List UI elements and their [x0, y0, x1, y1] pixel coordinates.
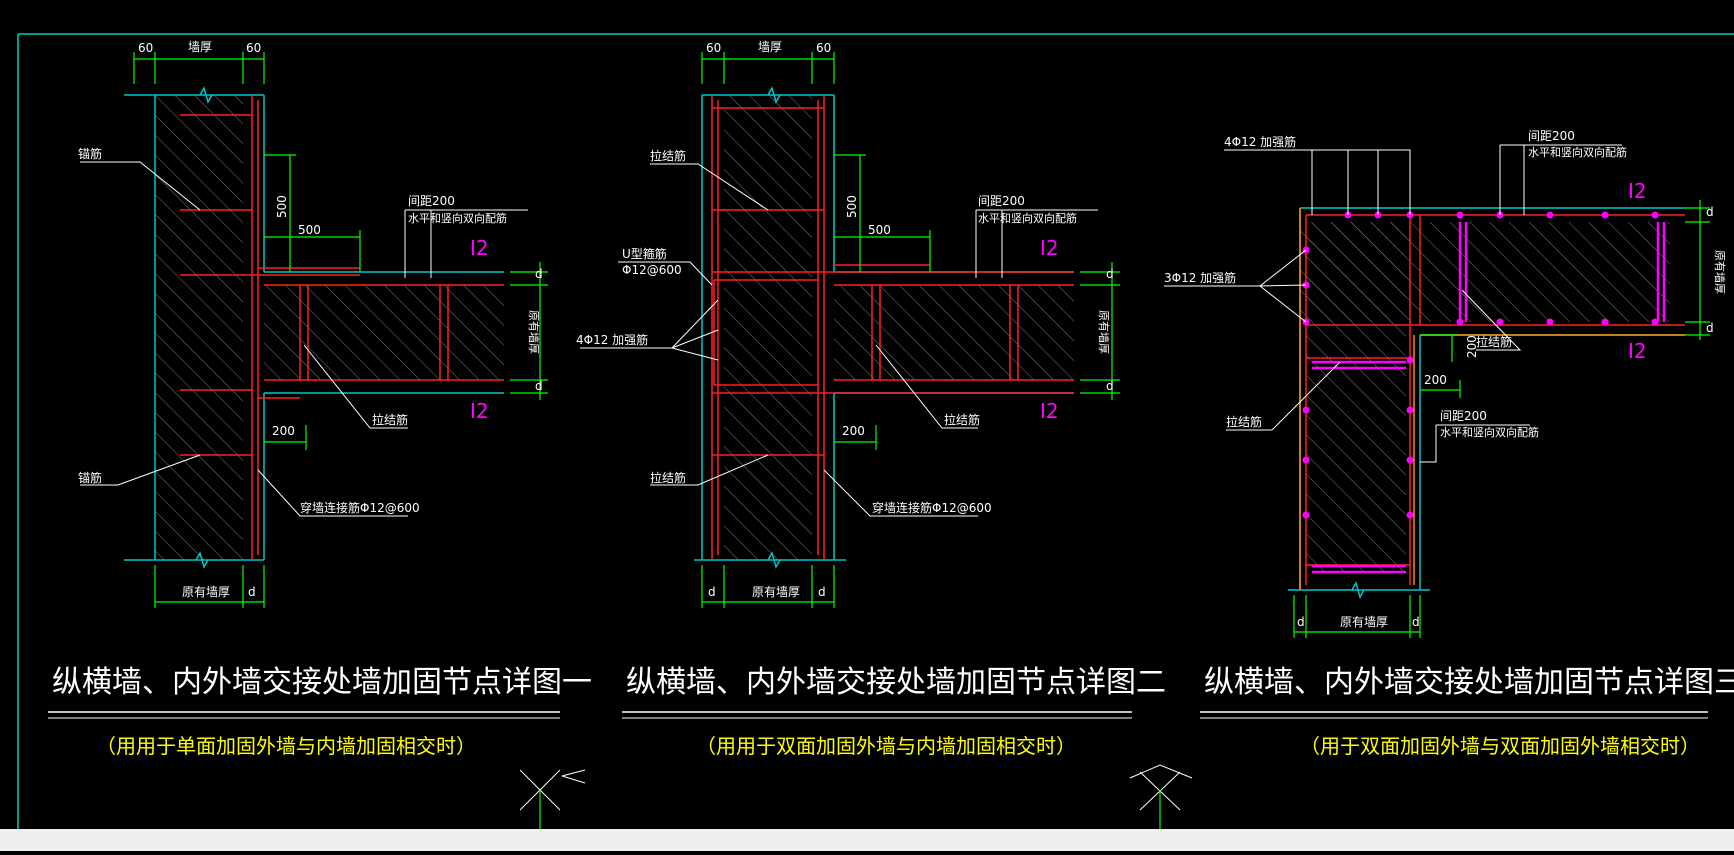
detail1-dim-60-right: 60: [246, 41, 261, 55]
detail3-section-mark-bottom: I2: [1628, 339, 1647, 363]
detail1-label-tie: 拉结筋: [372, 412, 408, 427]
detail3-title: 纵横墙、内外墙交接处墙加固节点详图三: [1204, 665, 1734, 700]
detail1-dim-60-left: 60: [138, 41, 153, 55]
detail3-label-distribution-mid: 水平和竖向双向配筋: [1440, 425, 1539, 439]
detail2-dim-wall-thickness: 墙厚: [758, 40, 782, 54]
detail3-dim-d-right: d: [1412, 615, 1420, 629]
detail2-label-tie-right: 拉结筋: [944, 412, 980, 427]
detail2-label-tie-bottom: 拉结筋: [650, 470, 686, 485]
detail2-dim-500-vertical: 500: [845, 195, 859, 218]
detail2-dim-d-left: d: [708, 585, 716, 599]
detail1-d-bottom: d: [535, 379, 543, 393]
detail3-label-distribution-top: 水平和竖向双向配筋: [1528, 145, 1627, 159]
detail2-section-mark-bottom: I2: [1040, 399, 1059, 423]
detail3-d-top: d: [1706, 205, 1714, 219]
detail3-d-bottom: d: [1706, 321, 1714, 335]
ucs-cursor-marker-1: [519, 769, 586, 811]
detail-1: 60 墙厚 60 500 500 200 d d 原有墙厚 I2 I2 锚筋 锚…: [48, 40, 592, 758]
detail3-label-add-top: 4Φ12 加强筋: [1224, 134, 1296, 149]
detail1-section-mark-bottom: I2: [470, 399, 489, 423]
detail3-label-add-left: 3Φ12 加强筋: [1164, 270, 1236, 285]
detail2-label-add-bar: 4Φ12 加强筋: [576, 332, 648, 347]
detail2-cross-wall: [834, 285, 1074, 380]
detail3-vertical-wall: [1306, 222, 1406, 572]
detail1-dim-500-horizontal: 500: [298, 223, 321, 237]
cad-drawing-canvas[interactable]: 60 墙厚 60 500 500 200 d d 原有墙厚 I2 I2 锚筋 锚…: [0, 0, 1734, 851]
detail1-original-wall: [155, 95, 243, 560]
detail1-label-anchor-bottom: 锚筋: [78, 470, 102, 485]
detail2-d-bottom: d: [1106, 379, 1114, 393]
detail2-label-spacing: 间距200: [978, 194, 1025, 208]
detail1-section-mark-top: I2: [470, 236, 489, 260]
detail3-dim-original-wall: 原有墙厚: [1340, 615, 1388, 629]
detail2-label-u-bar: U型箍筋: [622, 246, 667, 261]
detail3-dim-200: [1420, 334, 1461, 398]
detail1-label-through: 穿墙连接筋Φ12@600: [300, 500, 420, 515]
detail1-dim-original-wall: 原有墙厚: [182, 585, 230, 599]
detail1-d-top: d: [535, 267, 543, 281]
detail1-dim-wall-thickness: 墙厚: [188, 40, 212, 54]
detail1-dim-500-vertical: 500: [275, 195, 289, 218]
detail3-section-mark-top: I2: [1628, 179, 1647, 203]
detail3-label-spacing-top: 间距200: [1528, 129, 1575, 143]
detail2-label-u-bar-spec: Φ12@600: [622, 263, 682, 277]
detail1-top-dimension: [133, 52, 265, 84]
detail3-right-dimension: [1685, 200, 1710, 340]
detail2-section-mark-top: I2: [1040, 236, 1059, 260]
detail1-label-spacing: 间距200: [408, 194, 455, 208]
detail3-label-tie-right: 拉结筋: [1476, 334, 1512, 349]
detail2-d-top: d: [1106, 267, 1114, 281]
detail1-label-distribution: 水平和竖向双向配筋: [408, 211, 507, 225]
detail2-dim-60-right: 60: [816, 41, 831, 55]
detail2-dim-60-left: 60: [706, 41, 721, 55]
detail-3: 4Φ12 加强筋 间距200 水平和竖向双向配筋 3Φ12 加强筋 拉结筋 拉结…: [1164, 129, 1734, 758]
detail3-label-tie-left: 拉结筋: [1226, 414, 1262, 429]
detail-2: 60 墙厚 60 500 500 200 d d 原有墙厚 I2 I2 拉结筋 …: [576, 40, 1166, 758]
detail2-label-tie-top: 拉结筋: [650, 148, 686, 163]
detail1-wall-label-right: 原有墙厚: [527, 310, 541, 354]
detail2-original-wall: [724, 95, 812, 560]
detail2-subtitle: （用用于双面加固外墙与内墙加固相交时）: [696, 734, 1076, 758]
status-bar: [0, 829, 1734, 851]
detail3-dim-200-horizontal: 200: [1424, 373, 1447, 387]
detail1-label-anchor-top: 锚筋: [78, 146, 102, 161]
detail3-subtitle: （用于双面加固外墙与双面加固外墙相交时）: [1300, 734, 1700, 758]
detail3-dim-200-vertical: 200: [1465, 335, 1479, 358]
detail3-label-spacing-mid: 间距200: [1440, 409, 1487, 423]
detail1-title: 纵横墙、内外墙交接处墙加固节点详图一: [52, 665, 592, 700]
detail1-subtitle: （用用于单面加固外墙与内墙加固相交时）: [96, 734, 476, 758]
detail1-dim-d: d: [248, 585, 256, 599]
detail1-dim-200: 200: [272, 424, 295, 438]
detail2-dim-original-wall: 原有墙厚: [752, 585, 800, 599]
detail2-dim-500-horizontal: 500: [868, 223, 891, 237]
detail2-dim-200: 200: [842, 424, 865, 438]
detail2-dim-d-right: d: [818, 585, 826, 599]
detail2-top-dimension: [701, 52, 835, 84]
detail2-title: 纵横墙、内外墙交接处墙加固节点详图二: [626, 665, 1166, 700]
detail2-label-through: 穿墙连接筋Φ12@600: [872, 500, 992, 515]
detail3-wall-label-right: 原有墙厚: [1713, 250, 1727, 294]
detail2-wall-label-right: 原有墙厚: [1097, 310, 1111, 354]
detail2-label-distribution: 水平和竖向双向配筋: [978, 211, 1077, 225]
ucs-cursor-marker-2: [1129, 764, 1193, 811]
detail3-dim-d-left: d: [1297, 615, 1305, 629]
